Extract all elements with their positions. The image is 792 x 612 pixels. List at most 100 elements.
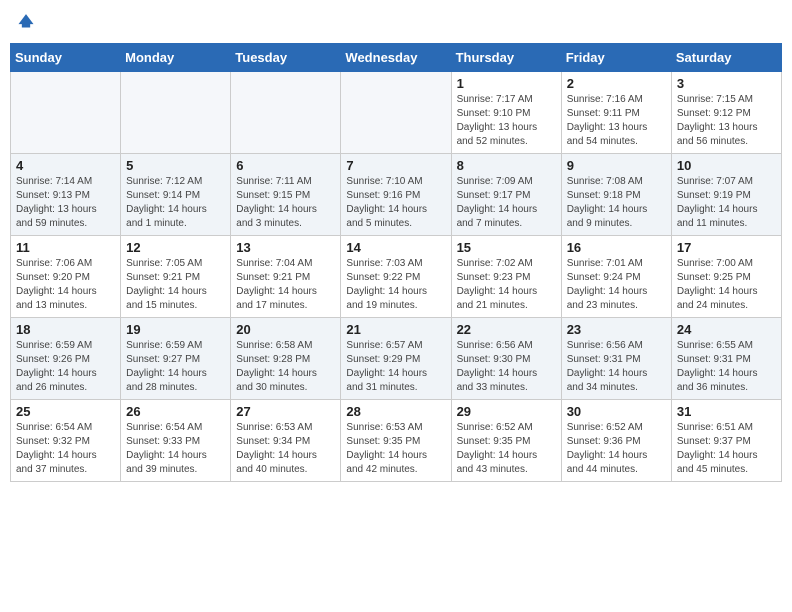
day-info: Sunrise: 6:57 AM Sunset: 9:29 PM Dayligh… [346,339,445,395]
day-cell: 16 Sunrise: 7:01 AM Sunset: 9:24 PM Dayli… [561,236,671,318]
day-number: 14 [346,240,445,255]
day-info: Sunrise: 7:09 AM Sunset: 9:17 PM Dayligh… [457,175,556,231]
day-number: 30 [567,404,666,419]
day-number: 26 [126,404,225,419]
day-number: 20 [236,322,335,337]
day-cell: 2 Sunrise: 7:16 AM Sunset: 9:11 PM Daylig… [561,72,671,154]
day-info: Sunrise: 7:01 AM Sunset: 9:24 PM Dayligh… [567,257,666,313]
day-number: 28 [346,404,445,419]
day-info: Sunrise: 6:59 AM Sunset: 9:27 PM Dayligh… [126,339,225,395]
day-number: 13 [236,240,335,255]
day-number: 4 [16,158,115,173]
day-info: Sunrise: 7:15 AM Sunset: 9:12 PM Dayligh… [677,93,776,149]
day-cell: 12Sunrise: 7:05 AM Sunset: 9:21 PM Dayli… [121,236,231,318]
day-info: Sunrise: 6:56 AM Sunset: 9:30 PM Dayligh… [457,339,556,395]
day-info: Sunrise: 7:17 AM Sunset: 9:10 PM Dayligh… [457,93,556,149]
day-number: 5 [126,158,225,173]
day-cell [231,72,341,154]
day-header-sunday: Sunday [11,44,121,72]
day-number: 9 [567,158,666,173]
day-header-wednesday: Wednesday [341,44,451,72]
day-info: Sunrise: 7:07 AM Sunset: 9:19 PM Dayligh… [677,175,776,231]
week-row-4: 18Sunrise: 6:59 AM Sunset: 9:26 PM Dayli… [11,318,782,400]
day-cell: 23 Sunrise: 6:56 AM Sunset: 9:31 PM Dayli… [561,318,671,400]
day-cell: 5Sunrise: 7:12 AM Sunset: 9:14 PM Daylig… [121,154,231,236]
day-cell: 22 Sunrise: 6:56 AM Sunset: 9:30 PM Dayli… [451,318,561,400]
logo-icon [16,10,36,30]
day-cell: 7Sunrise: 7:10 AM Sunset: 9:16 PM Daylig… [341,154,451,236]
day-number: 17 [677,240,776,255]
week-row-2: 4 Sunrise: 7:14 AM Sunset: 9:13 PM Daylig… [11,154,782,236]
day-cell: 14 Sunrise: 7:03 AM Sunset: 9:22 PM Dayli… [341,236,451,318]
header [10,10,782,35]
day-info: Sunrise: 7:10 AM Sunset: 9:16 PM Dayligh… [346,175,445,231]
day-header-monday: Monday [121,44,231,72]
day-header-thursday: Thursday [451,44,561,72]
day-info: Sunrise: 6:51 AM Sunset: 9:37 PM Dayligh… [677,421,776,477]
day-number: 23 [567,322,666,337]
day-number: 8 [457,158,556,173]
day-number: 27 [236,404,335,419]
day-number: 1 [457,76,556,91]
day-cell: 3 Sunrise: 7:15 AM Sunset: 9:12 PM Daylig… [671,72,781,154]
day-header-saturday: Saturday [671,44,781,72]
day-info: Sunrise: 6:56 AM Sunset: 9:31 PM Dayligh… [567,339,666,395]
day-info: Sunrise: 7:04 AM Sunset: 9:21 PM Dayligh… [236,257,335,313]
day-header-friday: Friday [561,44,671,72]
day-info: Sunrise: 7:03 AM Sunset: 9:22 PM Dayligh… [346,257,445,313]
day-info: Sunrise: 7:08 AM Sunset: 9:18 PM Dayligh… [567,175,666,231]
logo [14,10,38,35]
day-cell: 6Sunrise: 7:11 AM Sunset: 9:15 PM Daylig… [231,154,341,236]
day-cell: 20 Sunrise: 6:58 AM Sunset: 9:28 PM Dayli… [231,318,341,400]
day-cell: 1 Sunrise: 7:17 AM Sunset: 9:10 PM Daylig… [451,72,561,154]
day-header-tuesday: Tuesday [231,44,341,72]
day-cell: 13 Sunrise: 7:04 AM Sunset: 9:21 PM Dayli… [231,236,341,318]
day-number: 29 [457,404,556,419]
day-number: 19 [126,322,225,337]
day-info: Sunrise: 6:52 AM Sunset: 9:36 PM Dayligh… [567,421,666,477]
week-row-3: 11 Sunrise: 7:06 AM Sunset: 9:20 PM Dayli… [11,236,782,318]
day-cell: 8 Sunrise: 7:09 AM Sunset: 9:17 PM Daylig… [451,154,561,236]
day-info: Sunrise: 7:02 AM Sunset: 9:23 PM Dayligh… [457,257,556,313]
day-info: Sunrise: 6:53 AM Sunset: 9:34 PM Dayligh… [236,421,335,477]
day-number: 2 [567,76,666,91]
day-number: 31 [677,404,776,419]
day-info: Sunrise: 7:16 AM Sunset: 9:11 PM Dayligh… [567,93,666,149]
day-number: 10 [677,158,776,173]
day-info: Sunrise: 7:06 AM Sunset: 9:20 PM Dayligh… [16,257,115,313]
day-number: 16 [567,240,666,255]
day-info: Sunrise: 6:59 AM Sunset: 9:26 PM Dayligh… [16,339,115,395]
day-cell: 26 Sunrise: 6:54 AM Sunset: 9:33 PM Dayli… [121,400,231,482]
day-info: Sunrise: 6:55 AM Sunset: 9:31 PM Dayligh… [677,339,776,395]
day-info: Sunrise: 7:14 AM Sunset: 9:13 PM Dayligh… [16,175,115,231]
day-cell: 27 Sunrise: 6:53 AM Sunset: 9:34 PM Dayli… [231,400,341,482]
day-number: 11 [16,240,115,255]
day-cell [121,72,231,154]
day-info: Sunrise: 6:58 AM Sunset: 9:28 PM Dayligh… [236,339,335,395]
day-cell: 28 Sunrise: 6:53 AM Sunset: 9:35 PM Dayli… [341,400,451,482]
day-cell: 9 Sunrise: 7:08 AM Sunset: 9:18 PM Daylig… [561,154,671,236]
day-cell: 21Sunrise: 6:57 AM Sunset: 9:29 PM Dayli… [341,318,451,400]
day-cell: 25Sunrise: 6:54 AM Sunset: 9:32 PM Dayli… [11,400,121,482]
calendar: SundayMondayTuesdayWednesdayThursdayFrid… [10,43,782,482]
week-row-5: 25Sunrise: 6:54 AM Sunset: 9:32 PM Dayli… [11,400,782,482]
day-info: Sunrise: 6:53 AM Sunset: 9:35 PM Dayligh… [346,421,445,477]
day-cell: 15 Sunrise: 7:02 AM Sunset: 9:23 PM Dayli… [451,236,561,318]
day-info: Sunrise: 6:52 AM Sunset: 9:35 PM Dayligh… [457,421,556,477]
day-number: 6 [236,158,335,173]
day-number: 15 [457,240,556,255]
day-cell: 17Sunrise: 7:00 AM Sunset: 9:25 PM Dayli… [671,236,781,318]
day-cell: 24Sunrise: 6:55 AM Sunset: 9:31 PM Dayli… [671,318,781,400]
day-cell: 19 Sunrise: 6:59 AM Sunset: 9:27 PM Dayli… [121,318,231,400]
day-cell: 29 Sunrise: 6:52 AM Sunset: 9:35 PM Dayli… [451,400,561,482]
day-number: 3 [677,76,776,91]
day-cell: 18Sunrise: 6:59 AM Sunset: 9:26 PM Dayli… [11,318,121,400]
day-cell: 31 Sunrise: 6:51 AM Sunset: 9:37 PM Dayli… [671,400,781,482]
day-info: Sunrise: 6:54 AM Sunset: 9:33 PM Dayligh… [126,421,225,477]
day-cell: 4 Sunrise: 7:14 AM Sunset: 9:13 PM Daylig… [11,154,121,236]
week-row-1: 1 Sunrise: 7:17 AM Sunset: 9:10 PM Daylig… [11,72,782,154]
day-cell [11,72,121,154]
day-cell: 30 Sunrise: 6:52 AM Sunset: 9:36 PM Dayli… [561,400,671,482]
day-number: 25 [16,404,115,419]
day-number: 22 [457,322,556,337]
